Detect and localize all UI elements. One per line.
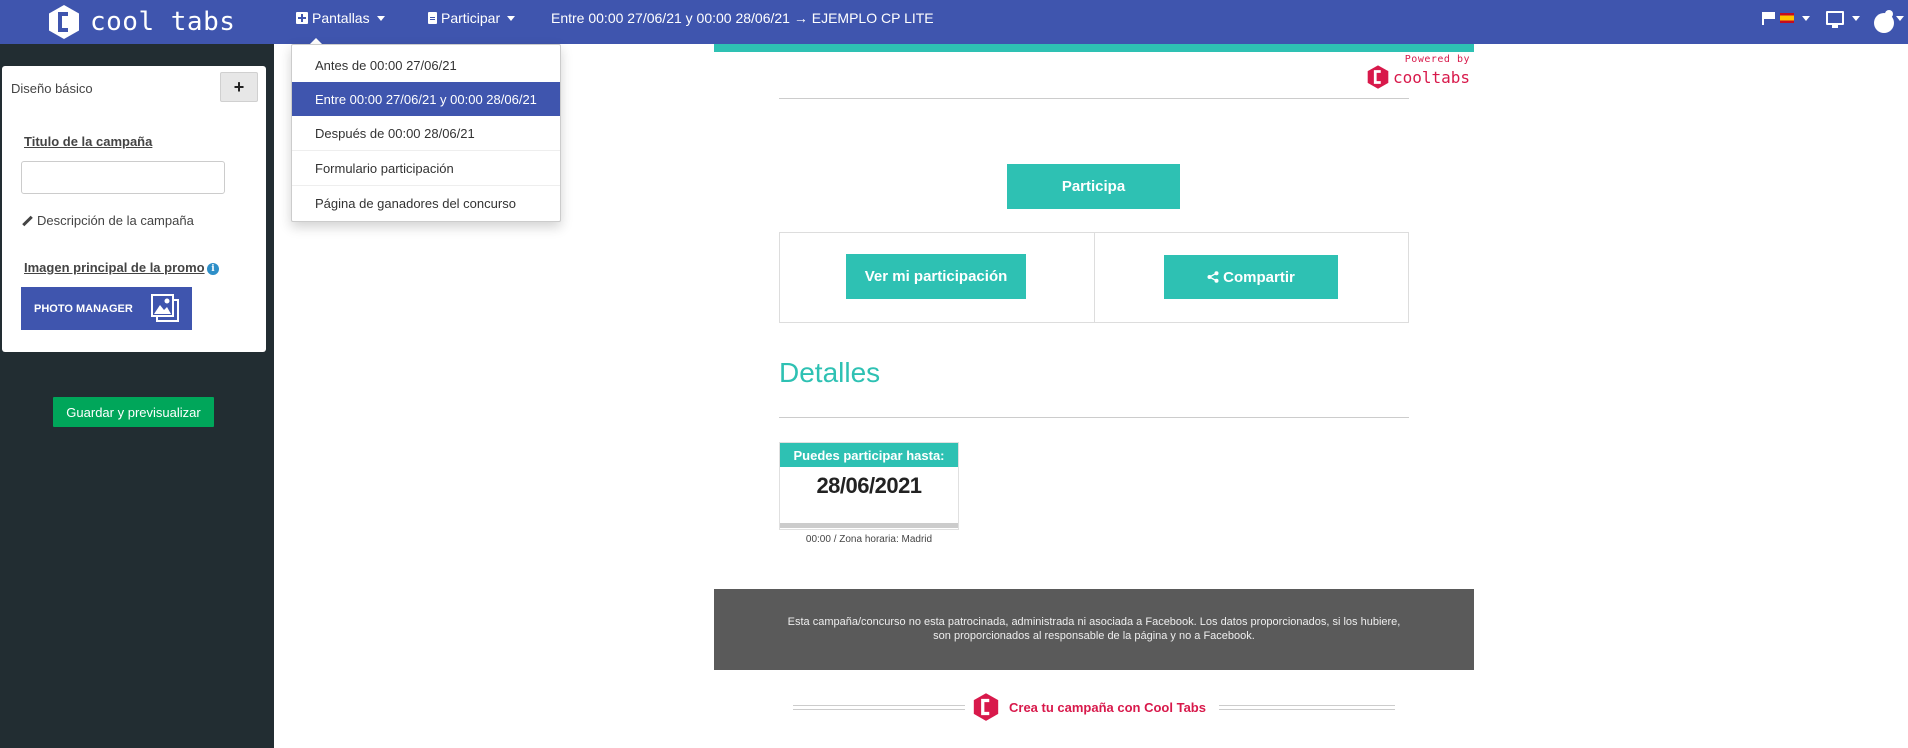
cta-line-left <box>793 705 965 710</box>
disclaimer-line-1: Esta campaña/concurso no esta patrocinad… <box>787 616 1401 628</box>
caret-down-icon <box>507 15 516 21</box>
participa-button[interactable]: Participa <box>1007 164 1180 209</box>
description-link[interactable]: Descripción de la campaña <box>22 213 194 228</box>
cta-line-right <box>1219 705 1395 710</box>
language-selector[interactable] <box>1762 0 1810 36</box>
cooltabs-logo-icon <box>973 693 999 721</box>
powered-by-text: Powered by <box>1404 54 1470 65</box>
deadline-bar <box>780 523 958 528</box>
campaign-title-label: Titulo de la campaña <box>24 134 153 149</box>
dropdown-item-formulario[interactable]: Formulario participación <box>292 151 560 185</box>
logo[interactable]: cool tabs <box>48 4 235 40</box>
compartir-button[interactable]: Compartir <box>1164 255 1338 299</box>
main-image-label-row: Imagen principal de la promo <box>24 260 205 275</box>
deadline-header: Puedes participar hasta: <box>780 443 958 467</box>
caret-down-icon <box>376 15 385 21</box>
current-screen-label: Entre 00:00 27/06/21 y 00:00 28/06/21 → … <box>551 10 934 26</box>
share-icon <box>1207 271 1219 283</box>
participar-label: Participar <box>441 10 501 26</box>
campaign-title-input[interactable] <box>21 161 225 194</box>
flag-icon <box>1762 11 1776 25</box>
settings-menu[interactable] <box>1874 0 1904 36</box>
device-selector[interactable] <box>1826 0 1860 36</box>
logo-text: cool tabs <box>90 7 236 37</box>
save-preview-button[interactable]: Guardar y previsualizar <box>53 397 214 427</box>
powered-brand: cooltabs <box>1392 67 1470 87</box>
divider <box>779 98 1409 99</box>
create-campaign-cta[interactable]: Crea tu campaña con Cool Tabs <box>793 692 1395 722</box>
info-icon[interactable]: i <box>207 263 219 275</box>
pantallas-dropdown: Antes de 00:00 27/06/21 Entre 00:00 27/0… <box>291 44 561 222</box>
dropdown-item-entre[interactable]: Entre 00:00 27/06/21 y 00:00 28/06/21 <box>292 82 560 116</box>
cooltabs-logo-icon <box>49 5 79 39</box>
dropdown-item-antes[interactable]: Antes de 00:00 27/06/21 <box>292 48 560 82</box>
plus-square-icon <box>296 12 308 24</box>
participar-menu[interactable]: Participar <box>428 0 516 36</box>
divider <box>779 417 1409 418</box>
caret-down-icon <box>1896 15 1904 21</box>
main-image-label: Imagen principal de la promo <box>24 260 205 275</box>
add-button[interactable]: + <box>220 72 258 102</box>
deadline-date: 28/06/2021 <box>816 473 922 498</box>
sidebar: Diseño básico + Titulo de la campaña Des… <box>0 44 274 748</box>
photo-manager-label: PHOTO MANAGER <box>34 302 133 315</box>
cogs-icon <box>1874 10 1894 33</box>
dropdown-item-despues[interactable]: Después de 00:00 28/06/21 <box>292 116 560 150</box>
header-strip <box>714 44 1474 52</box>
compartir-label: Compartir <box>1223 268 1295 286</box>
top-navbar: cool tabs Pantallas Participar Entre 00:… <box>0 0 1908 44</box>
pencil-icon <box>22 216 32 226</box>
pantallas-menu[interactable]: Pantallas <box>296 0 385 36</box>
box-divider <box>1094 233 1095 322</box>
caret-down-icon <box>1802 15 1810 21</box>
timezone-text: 00:00 / Zona horaria: Madrid <box>805 534 933 545</box>
description-label: Descripción de la campaña <box>37 213 194 228</box>
dropdown-item-ganadores[interactable]: Página de ganadores del concurso <box>292 186 560 220</box>
disclaimer-footer: Esta campaña/concurso no esta patrocinad… <box>714 589 1474 670</box>
monitor-icon <box>1826 11 1844 28</box>
file-icon <box>428 12 437 24</box>
caret-down-icon <box>1852 15 1860 21</box>
photo-manager-button[interactable]: PHOTO MANAGER <box>21 287 192 330</box>
images-icon <box>151 294 179 322</box>
basic-design-panel: Diseño básico + Titulo de la campaña Des… <box>2 66 266 352</box>
cooltabs-logo-icon <box>1367 65 1389 89</box>
cta-label: Crea tu campaña con Cool Tabs <box>1009 699 1206 715</box>
powered-by-badge[interactable]: Powered by cooltabs <box>1357 54 1470 89</box>
spain-flag-icon <box>1780 13 1794 23</box>
ver-participacion-button[interactable]: Ver mi participación <box>846 254 1026 299</box>
deadline-card: Puedes participar hasta: 28/06/2021 <box>779 442 959 530</box>
pantallas-label: Pantallas <box>312 10 370 26</box>
detalles-heading: Detalles <box>779 357 881 388</box>
disclaimer-line-2: son proporcionados al responsable de la … <box>933 630 1255 642</box>
panel-title: Diseño básico <box>11 81 93 96</box>
